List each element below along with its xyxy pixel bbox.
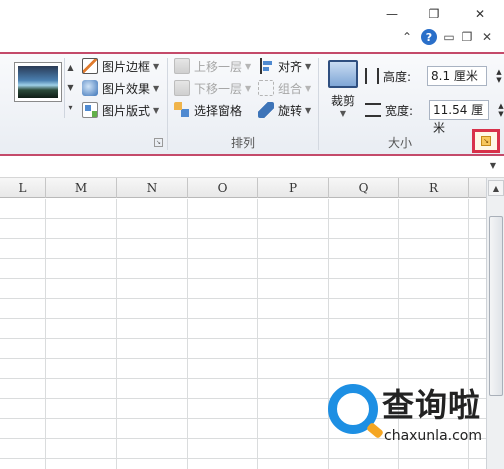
- expand-gallery-icon[interactable]: ▾: [65, 98, 76, 118]
- width-label: 宽度:: [385, 103, 414, 118]
- dropdown-arrow-icon: ▼: [305, 105, 312, 115]
- watermark-logo: 查询啦 chaxunla.com: [328, 378, 504, 454]
- scroll-down-icon[interactable]: ▼: [65, 78, 76, 98]
- width-icon: [365, 103, 381, 117]
- width-row: 宽度: 11.54 厘米 ▲ ▼: [365, 99, 504, 135]
- rotate-button[interactable]: 旋转 ▼: [258, 100, 311, 120]
- search-logo-icon: [328, 384, 378, 434]
- picture-style-thumbnail[interactable]: [14, 62, 62, 102]
- width-spinner[interactable]: ▲ ▼: [495, 100, 504, 120]
- picture-effects-label: 图片效果: [102, 81, 151, 96]
- picture-effects-icon: [82, 80, 98, 96]
- dropdown-arrow-icon: ▼: [245, 61, 252, 71]
- dialog-launcher-icon: ↘: [481, 136, 491, 146]
- column-header[interactable]: P: [258, 178, 329, 198]
- spin-down-icon[interactable]: ▼: [498, 110, 503, 118]
- selection-pane-label: 选择窗格: [194, 103, 243, 118]
- workbook-minimize-button[interactable]: ▭: [442, 28, 456, 46]
- crop-label: 裁剪: [330, 94, 355, 108]
- minimize-button[interactable]: —: [381, 4, 403, 24]
- picture-border-button[interactable]: 图片边框 ▼: [82, 56, 159, 76]
- rotate-label: 旋转: [278, 103, 303, 118]
- dropdown-arrow-icon: ▼: [339, 109, 347, 118]
- close-button[interactable]: ✕: [469, 4, 491, 24]
- column-header[interactable]: M: [46, 178, 117, 198]
- expand-formula-bar-icon[interactable]: ▼: [486, 159, 500, 173]
- dropdown-arrow-icon: ▼: [153, 61, 160, 71]
- column-header[interactable]: O: [188, 178, 258, 198]
- column-header[interactable]: Q: [329, 178, 399, 198]
- bring-forward-button[interactable]: 上移一层 ▼: [174, 56, 251, 76]
- watermark-brand-text: 查询啦: [382, 386, 482, 424]
- dropdown-arrow-icon: ▼: [245, 83, 252, 93]
- dropdown-arrow-icon: ▼: [305, 61, 312, 71]
- picture-border-label: 图片边框: [102, 59, 151, 74]
- picture-effects-button[interactable]: 图片效果 ▼: [82, 78, 159, 98]
- width-input[interactable]: 11.54 厘米: [429, 100, 489, 135]
- workbook-close-button[interactable]: ✕: [480, 28, 494, 46]
- column-header[interactable]: R: [399, 178, 469, 198]
- restore-icon: ❐: [428, 7, 440, 21]
- picture-layout-icon: [82, 102, 98, 118]
- column-header[interactable]: L: [0, 178, 46, 198]
- selection-pane-icon: [174, 102, 190, 118]
- scrollbar-thumb[interactable]: [489, 216, 503, 396]
- height-icon: [365, 68, 379, 84]
- close-icon: ✕: [481, 30, 493, 44]
- height-spinner[interactable]: ▲ ▼: [493, 66, 504, 86]
- collapse-ribbon-button[interactable]: ⌃: [400, 28, 414, 46]
- title-bar: — ❐ ✕ ⌃ ? ▭ ❐ ✕: [0, 0, 504, 52]
- height-label: 高度:: [383, 69, 412, 84]
- scroll-up-icon[interactable]: ▲: [65, 58, 76, 78]
- group-button[interactable]: 组合 ▼: [258, 78, 311, 98]
- size-group-title: 大小: [387, 136, 412, 150]
- crop-button[interactable]: 裁剪 ▼: [325, 60, 361, 124]
- column-headers: L M N O P Q R: [0, 178, 486, 198]
- chevron-up-icon: ⌃: [401, 30, 413, 44]
- formula-bar-strip: ▼: [0, 156, 504, 178]
- minimize-icon: ▭: [443, 30, 455, 44]
- height-input[interactable]: 8.1 厘米: [427, 66, 487, 86]
- picture-layout-label: 图片版式: [102, 103, 151, 118]
- group-icon: [258, 80, 274, 96]
- send-backward-icon: [174, 80, 190, 96]
- size-dialog-launcher-button[interactable]: ↘: [472, 129, 500, 153]
- height-row: 高度: 8.1 厘米 ▲ ▼: [365, 65, 504, 87]
- workbook-restore-button[interactable]: ❐: [460, 28, 474, 46]
- bring-forward-label: 上移一层: [194, 59, 243, 74]
- align-label: 对齐: [278, 59, 303, 74]
- dropdown-arrow-icon: ▼: [153, 83, 160, 93]
- dropdown-arrow-icon: ▼: [305, 83, 312, 93]
- ribbon: ▲ ▼ ▾ 图片边框 ▼ 图片效果 ▼ 图片版式 ▼ ↘ 上移一层 ▼ 下移一层…: [0, 52, 504, 156]
- send-backward-label: 下移一层: [194, 81, 243, 96]
- arrange-group-title: 排列: [230, 136, 255, 150]
- spin-up-icon[interactable]: ▲: [498, 102, 503, 110]
- send-backward-button[interactable]: 下移一层 ▼: [174, 78, 251, 98]
- spin-up-icon[interactable]: ▲: [496, 68, 501, 76]
- align-button[interactable]: 对齐 ▼: [258, 56, 311, 76]
- style-gallery-scroll: ▲ ▼ ▾: [64, 58, 76, 118]
- picture-layout-button[interactable]: 图片版式 ▼: [82, 100, 159, 120]
- group-label: 组合: [278, 81, 303, 96]
- column-header[interactable]: N: [117, 178, 188, 198]
- picture-border-icon: [82, 58, 98, 74]
- rotate-icon: [258, 102, 274, 118]
- close-icon: ✕: [474, 7, 486, 21]
- minimize-icon: —: [386, 7, 398, 21]
- align-icon: [258, 58, 274, 74]
- restore-button[interactable]: ❐: [423, 4, 445, 24]
- picture-preview-image: [18, 66, 58, 98]
- help-button[interactable]: ?: [420, 28, 438, 46]
- group-separator: [318, 58, 319, 150]
- watermark-url-text: chaxunla.com: [384, 428, 482, 444]
- spin-down-icon[interactable]: ▼: [496, 76, 501, 84]
- scroll-up-icon[interactable]: ▲: [488, 180, 504, 196]
- bring-forward-icon: [174, 58, 190, 74]
- selection-pane-button[interactable]: 选择窗格: [174, 100, 242, 120]
- restore-icon: ❐: [461, 30, 473, 44]
- help-icon: ?: [421, 29, 437, 45]
- picture-styles-launcher-icon[interactable]: ↘: [154, 138, 163, 147]
- dropdown-arrow-icon: ▼: [153, 105, 160, 115]
- crop-icon: [328, 60, 358, 88]
